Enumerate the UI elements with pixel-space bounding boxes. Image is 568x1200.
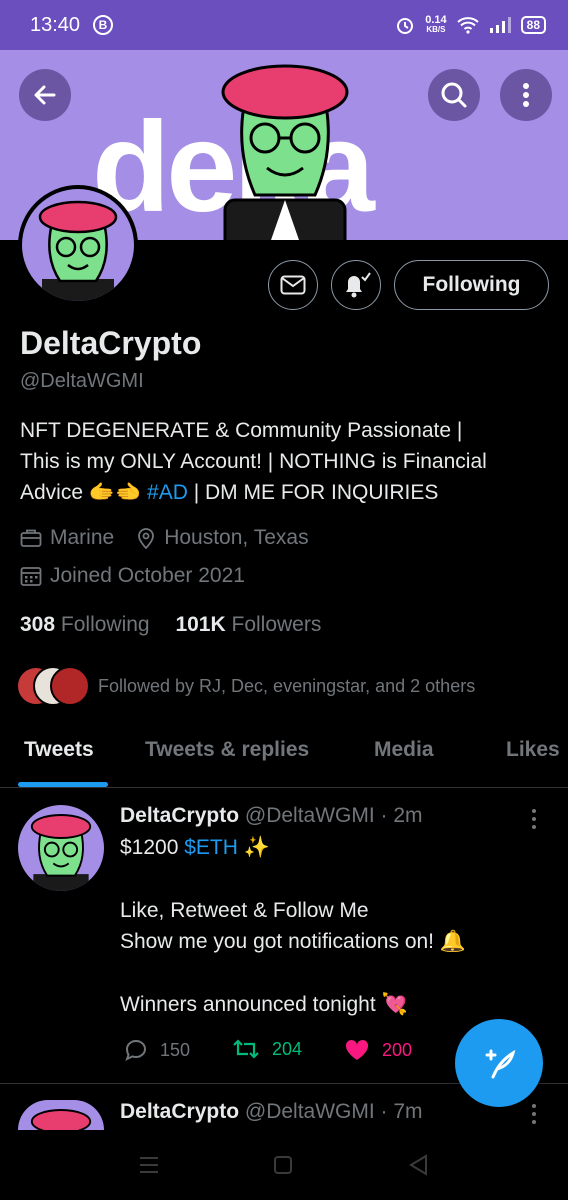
retweet-count: 204 <box>272 1038 303 1059</box>
follow-counts: 308 Following 101K Followers <box>20 613 321 637</box>
tab-likes[interactable]: Likes <box>506 738 560 762</box>
heart-arrow-emoji: 💘 <box>381 993 408 1016</box>
tab-media[interactable]: Media <box>374 738 434 762</box>
location-pin-icon <box>138 528 155 549</box>
signal-icon <box>489 17 511 33</box>
tweet-header: DeltaCrypto @DeltaWGMI · 7m <box>120 1100 423 1124</box>
calendar-icon <box>20 567 42 586</box>
retweet-icon <box>233 1039 259 1059</box>
profile-avatar[interactable] <box>18 185 138 305</box>
retweet-action[interactable]: 204 <box>232 1038 302 1060</box>
tab-tweets[interactable]: Tweets <box>24 738 94 762</box>
tweet-time: · 2m <box>380 804 423 827</box>
tweet-author-name[interactable]: DeltaCrypto <box>120 1100 239 1123</box>
avatar-character-illustration <box>30 1109 92 1130</box>
status-icons: 0.14 KB/S 88 <box>395 12 546 38</box>
message-button[interactable] <box>268 260 318 310</box>
tweet-text-line: Winners announced tonight 💘 <box>120 993 408 1016</box>
b-badge-icon: B <box>93 15 113 35</box>
hashtag-link[interactable]: #AD <box>147 481 188 504</box>
profile-tabs: Tweets Tweets & replies Media Likes <box>0 720 568 788</box>
tweet-author-handle: @DeltaWGMI <box>244 1100 375 1123</box>
reply-count: 150 <box>160 1039 191 1060</box>
profile-handle: @DeltaWGMI <box>20 370 144 392</box>
following-count-link[interactable]: 308 Following <box>20 613 150 636</box>
alarm-icon <box>397 18 414 34</box>
cashtag-link[interactable]: $ETH <box>184 836 238 859</box>
profile-joined-row: Joined October 2021 <box>20 564 245 588</box>
tweet-header: DeltaCrypto @DeltaWGMI · 2m <box>120 804 423 828</box>
profile-occupation: Marine <box>50 526 115 549</box>
search-button[interactable] <box>428 69 480 121</box>
bell-emoji: 🔔 <box>439 930 467 953</box>
more-button[interactable] <box>500 69 552 121</box>
wifi-icon <box>456 17 479 34</box>
more-vertical-icon <box>523 83 529 107</box>
avatar <box>50 666 90 706</box>
heart-icon <box>345 1039 369 1060</box>
like-count: 200 <box>382 1039 413 1060</box>
tweet-text-line: $1200 $ETH ✨ <box>120 836 270 859</box>
tweet-text-line: Like, Retweet & Follow Me <box>120 899 369 922</box>
briefcase-icon <box>20 529 42 547</box>
profile-bio: NFT DEGENERATE & Community Passionate | … <box>20 419 487 504</box>
home-icon[interactable] <box>273 1155 293 1175</box>
tweet-more-button[interactable] <box>532 809 536 829</box>
tweet-text-line: Show me you got notifications on! 🔔 <box>120 930 467 953</box>
mail-icon <box>280 275 306 295</box>
recent-apps-icon[interactable] <box>138 1156 160 1174</box>
avatar-character-illustration <box>30 814 92 891</box>
tweet-avatar[interactable] <box>18 805 104 891</box>
handshake-emoji: 🫱‍🫲 <box>88 481 142 504</box>
bell-check-icon <box>346 272 371 298</box>
profile-meta-row: Marine Houston, Texas <box>20 526 309 550</box>
following-button[interactable]: Following <box>394 260 549 310</box>
compose-tweet-button[interactable] <box>455 1019 543 1107</box>
battery-indicator: 88 <box>520 16 546 34</box>
profile-location: Houston, Texas <box>164 526 309 549</box>
arrow-left-icon <box>34 85 56 105</box>
tweet-author-handle: @DeltaWGMI <box>244 804 375 827</box>
profile-name: DeltaCrypto <box>20 325 202 361</box>
net-speed: 0.14 KB/S <box>425 14 447 35</box>
followers-count-link[interactable]: 101K Followers <box>175 613 321 636</box>
active-tab-indicator <box>18 782 108 787</box>
tweet-time: · 7m <box>380 1100 423 1123</box>
status-time: 13:40 <box>30 14 81 36</box>
profile-joined: Joined October 2021 <box>50 564 245 587</box>
followed-by-row[interactable]: Followed by RJ, Dec, eveningstar, and 2 … <box>16 666 475 706</box>
search-icon <box>441 82 467 108</box>
tweet-author-name[interactable]: DeltaCrypto <box>120 804 239 827</box>
compose-feather-icon <box>485 1049 516 1079</box>
tweet-more-button[interactable] <box>532 1104 536 1124</box>
followed-by-text: Followed by RJ, Dec, eveningstar, and 2 … <box>98 675 476 696</box>
followed-by-avatars <box>16 666 90 706</box>
banner-character-illustration <box>221 64 349 240</box>
notifications-button[interactable] <box>331 260 381 310</box>
avatar-character-illustration <box>38 200 118 301</box>
like-action[interactable]: 200 <box>344 1038 412 1062</box>
status-bar: 13:40 B 0.14 KB/S 88 <box>0 0 568 50</box>
back-nav-icon[interactable] <box>408 1154 428 1176</box>
reply-icon <box>125 1039 147 1061</box>
sparkles-emoji: ✨ <box>243 836 270 859</box>
back-button[interactable] <box>19 69 71 121</box>
reply-action[interactable]: 150 <box>124 1038 190 1062</box>
tab-tweets-replies[interactable]: Tweets & replies <box>145 738 309 762</box>
android-nav-bar <box>0 1130 568 1200</box>
tweet-avatar[interactable] <box>18 1100 104 1130</box>
